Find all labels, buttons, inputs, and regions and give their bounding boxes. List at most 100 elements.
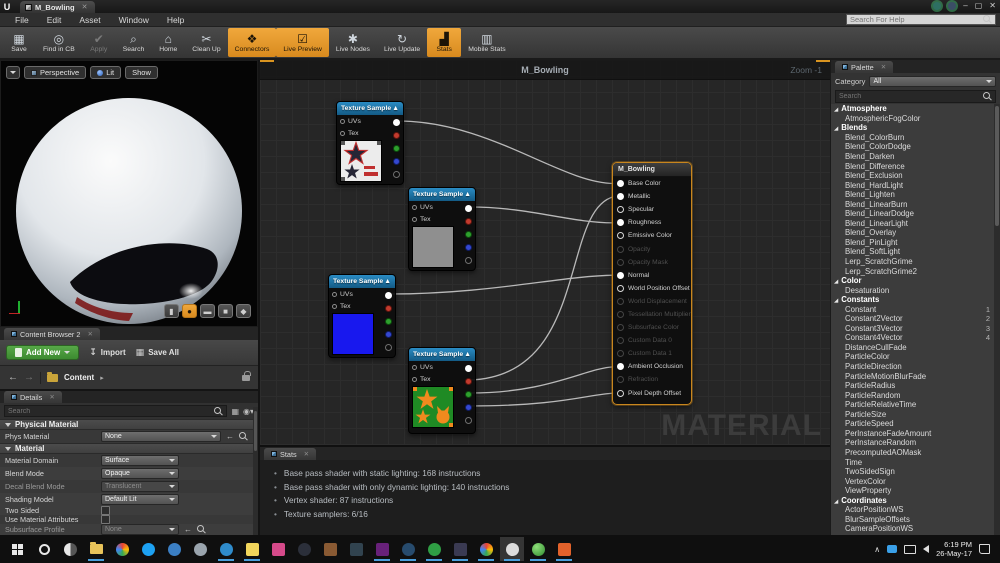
b-output-pin[interactable] (465, 404, 472, 411)
r-output-pin[interactable] (465, 378, 472, 385)
texture-sample-node-roughness[interactable]: Texture Sample ▲ UVs Tex (408, 187, 476, 271)
onedrive-icon[interactable] (887, 545, 898, 553)
pin-icon[interactable] (617, 350, 624, 358)
toolbar-button[interactable]: ▟ Stats (427, 28, 462, 57)
material-input-pin[interactable]: Metallic (613, 190, 691, 203)
taskbar-app-icon[interactable] (110, 537, 134, 561)
palette-search-input[interactable] (839, 93, 978, 100)
collapse-icon[interactable]: ▲ (464, 191, 471, 198)
toolbar-button[interactable]: ✔ Apply (82, 28, 116, 57)
toolbar-button[interactable]: ▥ Mobile Stats (461, 28, 512, 57)
taskbar-app-icon[interactable] (188, 537, 212, 561)
collapse-icon[interactable]: ▲ (384, 278, 391, 285)
material-input-pin[interactable]: Ambient Occlusion (613, 360, 691, 373)
taskbar-app-icon[interactable] (266, 537, 290, 561)
palette-item[interactable]: Blends (831, 123, 994, 133)
category-dropdown[interactable]: All (869, 75, 996, 87)
material-input-pin[interactable]: World Displacement (613, 295, 691, 308)
palette-item[interactable]: AtmosphericFogColor (831, 114, 994, 124)
palette-search-box[interactable] (835, 90, 996, 103)
menu-item[interactable]: Window (110, 15, 158, 25)
material-input-pin[interactable]: Roughness (613, 216, 691, 229)
cube-shape-button[interactable]: ■ (218, 304, 233, 318)
rgb-output-pin[interactable] (385, 292, 392, 299)
back-button[interactable]: ← (8, 372, 18, 383)
taskbar-app-icon[interactable] (474, 537, 498, 561)
pin-icon[interactable] (617, 258, 624, 266)
custom-mesh-button[interactable]: ◆ (236, 304, 251, 318)
help-search-box[interactable] (846, 14, 996, 25)
material-input-pin[interactable]: Emissive Color (613, 229, 691, 242)
lit-button[interactable]: Lit (90, 66, 122, 79)
taskbar-app-icon[interactable] (422, 537, 446, 561)
import-button[interactable]: ↧ Import (89, 347, 125, 358)
network-icon[interactable] (904, 544, 917, 554)
material-input-pin[interactable]: Normal (613, 269, 691, 282)
palette-item[interactable]: ParticleMotionBlurFade (831, 371, 994, 381)
document-tab[interactable]: M_Bowling ✕ (20, 1, 96, 13)
taskbar-app-icon[interactable] (500, 537, 524, 561)
preview-viewport[interactable]: Perspective Lit Show ▮ ● ▬ ■ ◆ (0, 60, 258, 327)
phys-material-dropdown[interactable]: None (101, 431, 221, 442)
content-browser-tab[interactable]: Content Browser 2 ✕ (4, 328, 100, 340)
palette-tab[interactable]: Palette ✕ (835, 61, 894, 73)
material-section[interactable]: Material (0, 443, 258, 454)
taskbar-app-icon[interactable] (318, 537, 342, 561)
palette-item[interactable]: PerInstanceFadeAmount (831, 429, 994, 439)
taskbar-app-icon[interactable] (32, 537, 56, 561)
overlay-gem-icon[interactable] (948, 1, 957, 10)
palette-item[interactable]: Blend_LinearDodge (831, 209, 994, 219)
viewport-options-button[interactable] (6, 66, 20, 79)
palette-item[interactable]: Blend_HardLight (831, 180, 994, 190)
palette-item[interactable]: Blend_Exclusion (831, 171, 994, 181)
material-input-pin[interactable]: Custom Data 0 (613, 334, 691, 347)
breadcrumb-folder[interactable]: Content (64, 373, 94, 382)
uvs-pin[interactable] (412, 364, 417, 370)
uvs-pin[interactable] (340, 118, 345, 124)
palette-item[interactable]: Blend_PinLight (831, 238, 994, 248)
pin-icon[interactable] (617, 389, 624, 397)
browse-icon[interactable] (197, 525, 206, 534)
palette-item[interactable]: ParticleRadius (831, 381, 994, 391)
material-input-pin[interactable]: Pixel Depth Offset (613, 387, 691, 400)
taskbar-app-icon[interactable] (214, 537, 238, 561)
tex-pin[interactable] (340, 130, 345, 136)
maximize-button[interactable]: ▢ (975, 1, 983, 10)
show-button[interactable]: Show (125, 66, 158, 79)
pin-icon[interactable] (617, 363, 624, 371)
toolbar-button[interactable]: ◎ Find in CB (36, 28, 82, 57)
palette-item[interactable]: ParticleColor (831, 352, 994, 362)
a-output-pin[interactable] (393, 171, 400, 178)
b-output-pin[interactable] (393, 158, 400, 165)
start-button[interactable] (4, 537, 30, 561)
palette-item[interactable]: ViewProperty (831, 486, 994, 496)
tex-pin[interactable] (412, 216, 417, 222)
a-output-pin[interactable] (465, 417, 472, 424)
two-sided-checkbox[interactable] (101, 506, 110, 515)
b-output-pin[interactable] (385, 331, 392, 338)
rgb-output-pin[interactable] (393, 119, 400, 126)
taskbar-app-icon[interactable] (552, 537, 576, 561)
clock[interactable]: 6:19 PM 26-May-17 (936, 540, 972, 558)
tex-pin[interactable] (332, 303, 337, 309)
help-search-input[interactable] (850, 15, 978, 24)
close-tab-icon[interactable]: ✕ (49, 393, 54, 401)
g-output-pin[interactable] (465, 231, 472, 238)
pin-icon[interactable] (617, 337, 624, 345)
tex-pin[interactable] (412, 376, 417, 382)
toolbar-button[interactable]: ☑ Live Preview (276, 28, 329, 57)
taskbar-app-icon[interactable] (370, 537, 394, 561)
r-output-pin[interactable] (465, 218, 472, 225)
collapse-icon[interactable]: ▲ (464, 351, 471, 358)
texture-sample-node-normal[interactable]: Texture Sample ▲ UVs Tex (328, 274, 396, 358)
browse-icon[interactable] (239, 432, 248, 441)
material-input-pin[interactable]: Tessellation Multiplier (613, 308, 691, 321)
texture-sample-node-basecolor[interactable]: Texture Sample ▲ UVs Tex (336, 101, 404, 185)
palette-item[interactable]: Blend_Darken (831, 152, 994, 162)
palette-item[interactable]: ParticleSize (831, 410, 994, 420)
palette-item[interactable]: Constants (831, 295, 994, 305)
palette-item[interactable]: Color (831, 276, 994, 286)
palette-item[interactable]: Blend_Difference (831, 161, 994, 171)
reset-arrow-icon[interactable]: ← (184, 525, 192, 534)
g-output-pin[interactable] (465, 391, 472, 398)
